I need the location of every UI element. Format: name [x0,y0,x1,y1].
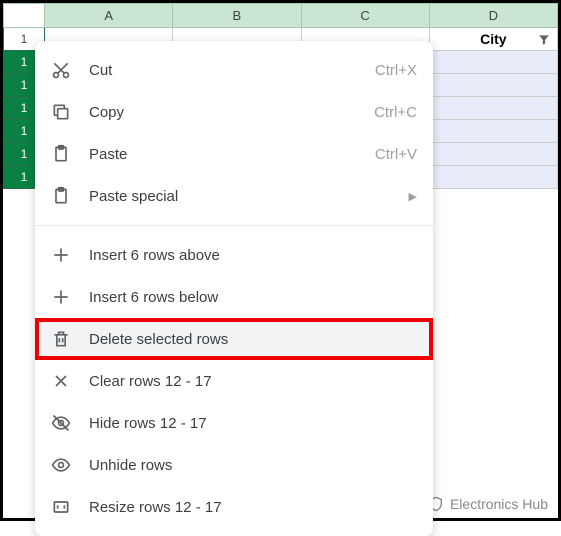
menu-divider [35,225,433,226]
col-header-b[interactable]: B [173,4,301,28]
menu-label: Paste [89,146,375,163]
menu-label: Resize rows 12 - 17 [89,499,417,516]
menu-insert-above[interactable]: Insert 6 rows above [35,234,433,276]
city-label: City [480,31,506,47]
menu-hide-rows[interactable]: Hide rows 12 - 17 [35,402,433,444]
menu-label: Unhide rows [89,457,417,474]
cell[interactable] [429,97,557,120]
cell[interactable] [429,74,557,97]
menu-paste[interactable]: Paste Ctrl+V [35,133,433,175]
plus-icon [51,287,71,307]
menu-paste-special[interactable]: Paste special ▶ [35,175,433,217]
plus-icon [51,245,71,265]
menu-shortcut: Ctrl+V [375,146,417,163]
col-header-a[interactable]: A [45,4,173,28]
menu-label: Hide rows 12 - 17 [89,415,417,432]
menu-label: Copy [89,104,374,121]
menu-label: Insert 6 rows above [89,247,417,264]
trash-icon [51,329,71,349]
menu-resize-rows[interactable]: Resize rows 12 - 17 [35,486,433,528]
close-icon [51,371,71,391]
cell-d1[interactable]: City [429,28,557,51]
menu-label: Insert 6 rows below [89,289,417,306]
menu-clear-rows[interactable]: Clear rows 12 - 17 [35,360,433,402]
context-menu: Cut Ctrl+X Copy Ctrl+C Paste Ctrl+V Past… [35,41,433,536]
resize-icon [51,497,71,517]
menu-copy[interactable]: Copy Ctrl+C [35,91,433,133]
menu-delete-rows[interactable]: Delete selected rows [35,318,433,360]
menu-label: Delete selected rows [89,331,417,348]
menu-unhide-rows[interactable]: Unhide rows [35,444,433,486]
paste-icon [51,144,71,164]
menu-label: Clear rows 12 - 17 [89,373,417,390]
eye-icon [51,455,71,475]
menu-label: Paste special [89,188,409,205]
menu-cut[interactable]: Cut Ctrl+X [35,49,433,91]
menu-insert-below[interactable]: Insert 6 rows below [35,276,433,318]
col-header-d[interactable]: D [429,4,557,28]
corner-cell[interactable] [4,4,45,28]
menu-shortcut: Ctrl+C [374,104,417,121]
menu-label: Cut [89,62,375,79]
cell[interactable] [429,143,557,166]
watermark: Electronics Hub [428,496,548,512]
copy-icon [51,102,71,122]
watermark-text: Electronics Hub [450,496,548,512]
paste-special-icon [51,186,71,206]
cell[interactable] [429,120,557,143]
col-header-c[interactable]: C [301,4,429,28]
hide-icon [51,413,71,433]
filter-icon[interactable] [537,33,551,45]
cut-icon [51,60,71,80]
menu-shortcut: Ctrl+X [375,62,417,79]
cell[interactable] [429,51,557,74]
cell[interactable] [429,166,557,189]
chevron-right-icon: ▶ [409,190,417,203]
